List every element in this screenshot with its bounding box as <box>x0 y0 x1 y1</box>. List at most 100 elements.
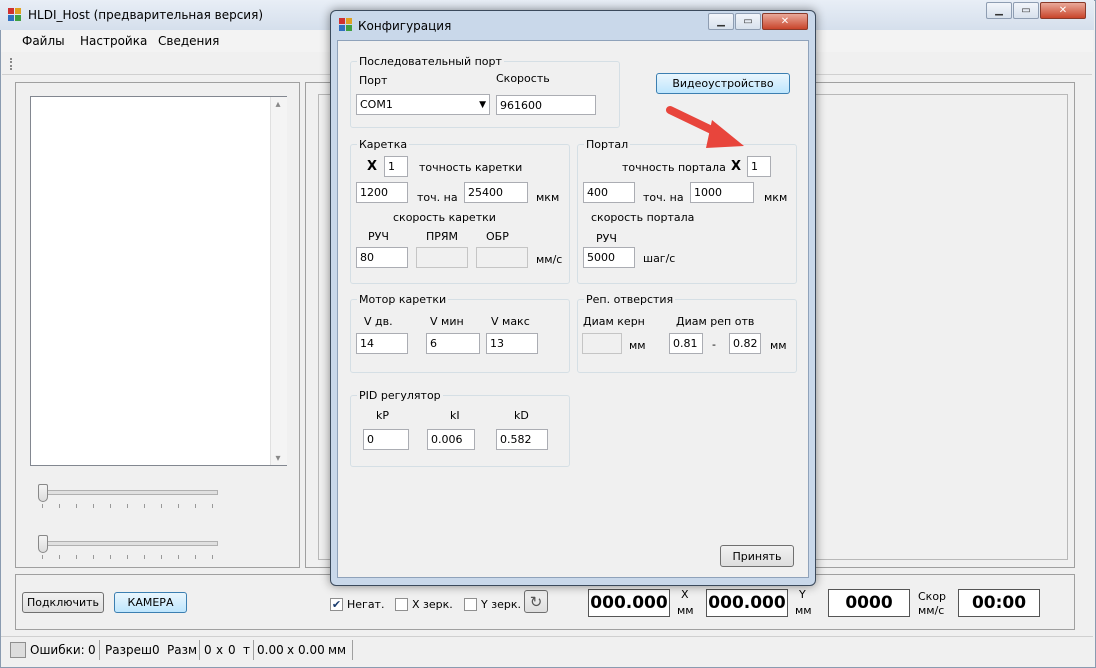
dialog-minimize-button[interactable]: ▁ <box>708 13 734 30</box>
core-unit: мм <box>629 339 646 352</box>
motor-vdv-label: V дв. <box>364 315 393 328</box>
y-unit-label: мм <box>795 604 812 617</box>
scroll-up-icon[interactable]: ▴ <box>270 98 286 110</box>
dialog-title: Конфигурация <box>358 19 452 33</box>
dialog-close-button[interactable]: ✕ <box>762 13 808 30</box>
slider-2-track[interactable] <box>38 541 218 546</box>
t-times: x <box>287 643 295 657</box>
errors-count: 0 <box>88 643 96 657</box>
baud-label: Скорость <box>496 72 550 85</box>
dialog-maximize-button[interactable]: ▭ <box>735 13 761 30</box>
dialog-app-icon <box>339 18 353 32</box>
status-separator <box>99 640 100 660</box>
portal-microns-input[interactable]: 1000 <box>690 182 754 203</box>
portal-points-input[interactable]: 400 <box>583 182 635 203</box>
carriage-points-per-label: точ. на <box>417 191 458 204</box>
t-value-b: 0.00 <box>298 643 325 657</box>
main-window-title: HLDI_Host (предварительная версия) <box>28 8 264 22</box>
x-position-display: 000.000 <box>588 589 670 617</box>
hole-min-input[interactable]: 0.81 <box>669 333 703 354</box>
pid-ki-input[interactable]: 0.006 <box>427 429 475 450</box>
size-width: 0 <box>204 643 212 657</box>
scroll-down-icon[interactable]: ▾ <box>270 452 286 464</box>
x-mirror-checkbox[interactable] <box>395 598 408 611</box>
file-listbox[interactable] <box>30 96 287 466</box>
pid-kd-input[interactable]: 0.582 <box>496 429 548 450</box>
time-display: 00:00 <box>958 589 1040 617</box>
listbox-scrollbar[interactable] <box>270 97 287 465</box>
status-bar <box>1 636 1093 667</box>
carriage-speed-label: скорость каретки <box>393 211 496 224</box>
carriage-x-label: X <box>367 159 378 174</box>
motor-group-label: Мотор каретки <box>357 293 449 306</box>
x-unit-label: мм <box>677 604 694 617</box>
resolution-label: Разреш <box>105 643 152 657</box>
hole-unit: мм <box>770 339 787 352</box>
holes-group-label: Реп. отверстия <box>584 293 676 306</box>
y-mirror-checkbox[interactable] <box>464 598 477 611</box>
negative-checkbox[interactable]: ✔ <box>330 598 343 611</box>
portal-speed-label: скорость портала <box>591 211 695 224</box>
carriage-microns-input[interactable]: 25400 <box>464 182 528 203</box>
errors-label: Ошибки: <box>30 643 85 657</box>
menu-about[interactable]: Сведения <box>158 34 219 48</box>
size-times: x <box>216 643 224 657</box>
carriage-multiplier-input[interactable]: 1 <box>384 156 408 177</box>
menu-files[interactable]: Файлы <box>22 34 65 48</box>
carriage-points-input[interactable]: 1200 <box>356 182 408 203</box>
connect-button[interactable]: Подключить <box>22 592 104 613</box>
motor-vmax-input[interactable]: 13 <box>486 333 538 354</box>
motor-vmax-label: V макс <box>491 315 530 328</box>
carriage-reverse-label: ОБР <box>486 230 509 243</box>
pid-ki-label: kI <box>450 409 460 422</box>
maximize-button[interactable]: ▭ <box>1013 2 1039 19</box>
camera-button[interactable]: КАМЕРА <box>114 592 187 613</box>
close-icon: ✕ <box>1058 5 1068 16</box>
checkmark-icon: ✔ <box>331 598 342 611</box>
status-separator <box>352 640 353 660</box>
portal-precision-label: точность портала <box>622 161 726 174</box>
carriage-manual-label: РУЧ <box>368 230 389 243</box>
maximize-icon: ▭ <box>743 16 753 27</box>
minimize-button[interactable]: ▁ <box>986 2 1012 19</box>
app-icon <box>8 8 22 22</box>
pid-group-label: PID регулятор <box>357 389 443 402</box>
baud-input[interactable]: 961600 <box>496 95 596 115</box>
port-label: Порт <box>359 74 388 87</box>
portal-manual-speed-input[interactable]: 5000 <box>583 247 635 268</box>
pid-kd-label: kD <box>514 409 529 422</box>
slider-2-thumb[interactable] <box>38 535 48 553</box>
toolbar-grip <box>10 58 15 70</box>
speed-label: Скор <box>918 590 947 603</box>
annotation-arrow-icon <box>664 104 746 156</box>
portal-manual-label: РУЧ <box>596 232 617 245</box>
accept-button[interactable]: Принять <box>720 545 794 567</box>
slider-2-ticks <box>42 555 216 559</box>
portal-speed-unit: шаг/с <box>643 252 676 265</box>
hole-max-input[interactable]: 0.82 <box>729 333 761 354</box>
refresh-button[interactable]: ↻ <box>524 590 548 613</box>
video-device-button[interactable]: Видеоустройство <box>656 73 790 94</box>
slider-1-track[interactable] <box>38 490 218 495</box>
carriage-manual-speed-input[interactable]: 80 <box>356 247 408 268</box>
status-separator <box>199 640 200 660</box>
hole-diameter-label: Диам реп отв <box>676 315 755 328</box>
y-axis-label: Y <box>799 588 806 601</box>
range-dash: - <box>712 338 716 351</box>
close-button[interactable]: ✕ <box>1040 2 1086 19</box>
port-select[interactable]: COM1 ▼ <box>356 94 490 115</box>
carriage-um-unit: мкм <box>536 191 560 204</box>
speed-display: 0000 <box>828 589 910 617</box>
port-select-value: COM1 <box>360 98 393 111</box>
pid-kp-input[interactable]: 0 <box>363 429 409 450</box>
motor-vmin-input[interactable]: 6 <box>426 333 480 354</box>
core-diameter-label: Диам керн <box>583 315 645 328</box>
motor-vdv-input[interactable]: 14 <box>356 333 408 354</box>
portal-um-unit: мкм <box>764 191 788 204</box>
x-axis-label: X <box>681 588 689 601</box>
menu-settings[interactable]: Настройка <box>80 34 147 48</box>
slider-1-thumb[interactable] <box>38 484 48 502</box>
carriage-speed-unit: мм/с <box>536 253 563 266</box>
portal-multiplier-input[interactable]: 1 <box>747 156 771 177</box>
motor-vmin-label: V мин <box>430 315 464 328</box>
